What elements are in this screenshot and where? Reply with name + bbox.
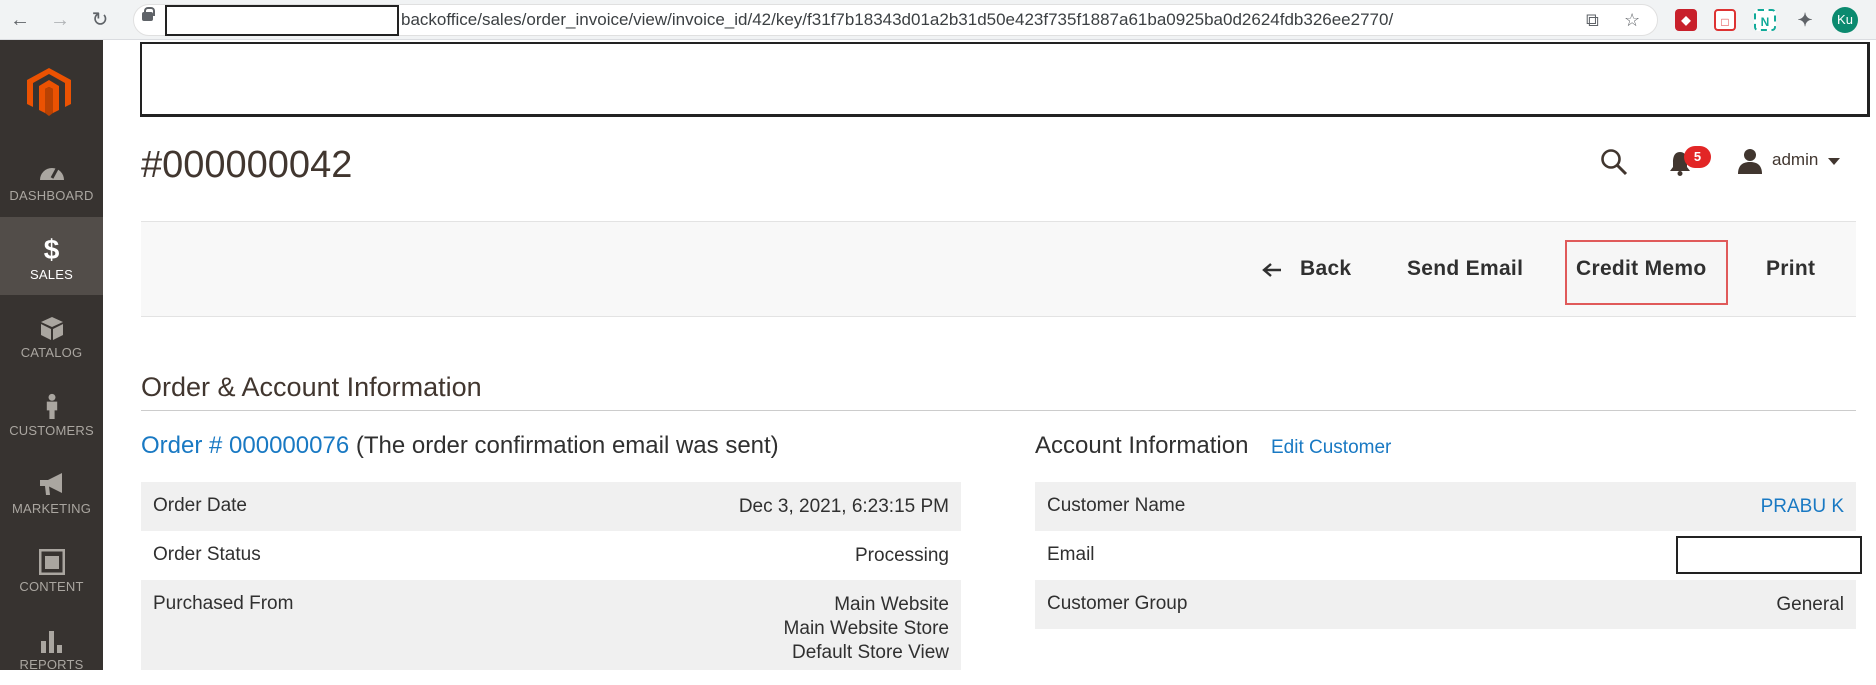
redacted-banner [140,42,1870,117]
order-date-value: Dec 3, 2021, 6:23:15 PM [738,496,949,517]
layout-icon [38,549,65,575]
print-button[interactable]: Print [1766,257,1815,281]
account-info-heading: Account Information [1035,432,1249,459]
n-extension-icon[interactable]: N [1754,9,1776,31]
order-email-note: (The order confirmation email was sent) [355,432,779,459]
url-text[interactable]: backoffice/sales/order_invoice/view/invo… [401,10,1393,30]
credit-memo-button[interactable]: Credit Memo [1576,257,1706,281]
sidebar-item-customers[interactable]: CUSTOMERS [0,373,103,451]
browser-toolbar: ← → ↻ backoffice/sales/order_invoice/vie… [0,0,1876,40]
purchased-from-label: Purchased From [153,593,294,614]
shield-extension-icon[interactable]: ◆ [1675,9,1697,31]
admin-sidebar: DASHBOARD $ SALES CATALOG CUSTOMERS MARK… [0,40,103,672]
bar-chart-icon [40,631,62,653]
purchased-from-value: Main Website Main Website Store Default … [784,593,949,665]
puzzle-extensions-icon[interactable]: ✦ [1794,9,1816,31]
customer-name-link[interactable]: PRABU K [1761,495,1844,519]
sidebar-item-label: CATALOG [20,345,83,360]
table-row: Customer Group General [1035,580,1856,629]
table-row: Purchased From Main Website Main Website… [141,580,961,670]
back-button[interactable]: Back [1300,257,1351,281]
sidebar-item-label: DASHBOARD [9,188,94,203]
red-extension-icon[interactable]: □ [1714,9,1736,31]
sidebar-item-label: SALES [30,267,73,282]
bookmark-star-icon[interactable]: ☆ [1624,10,1640,31]
email-redaction [1676,536,1862,574]
lock-icon[interactable] [142,7,155,21]
section-divider [141,410,1856,411]
back-arrow-icon[interactable] [1262,262,1282,278]
person-icon [46,393,57,419]
order-status-label: Order Status [153,544,261,565]
notification-count-badge[interactable]: 5 [1684,146,1711,168]
send-email-button[interactable]: Send Email [1407,257,1523,281]
share-icon[interactable]: ⧉ [1586,10,1599,31]
order-number-link[interactable]: Order # 000000076 [141,432,349,459]
sidebar-item-label: CUSTOMERS [9,423,94,438]
sidebar-item-catalog[interactable]: CATALOG [0,295,103,373]
box-icon [40,317,63,340]
sidebar-item-content[interactable]: CONTENT [0,529,103,607]
reload-icon[interactable]: ↻ [88,8,112,32]
table-row: Email [1035,531,1862,580]
purchased-from-line: Main Website [834,594,949,615]
page-title: #000000042 [141,144,353,186]
sidebar-item-label: CONTENT [19,579,84,594]
section-title: Order & Account Information [141,372,482,402]
purchased-from-line: Default Store View [791,642,949,663]
dashboard-icon [39,166,64,180]
table-row: Order Status Processing [141,531,961,580]
email-label: Email [1047,544,1095,565]
dollar-icon: $ [43,234,60,265]
search-icon[interactable] [1600,148,1628,176]
megaphone-icon [39,473,62,495]
chevron-down-icon[interactable] [1828,158,1840,165]
purchased-from-line: Main Website Store [783,618,949,639]
order-status-value: Processing [855,545,949,566]
sidebar-item-label: MARKETING [11,501,92,516]
admin-user-menu[interactable]: admin [1772,150,1818,170]
order-heading: Order # 000000076 (The order confirmatio… [141,432,779,460]
sidebar-item-dashboard[interactable]: DASHBOARD [0,138,103,216]
forward-nav-icon[interactable]: → [48,8,72,32]
sidebar-item-reports[interactable]: REPORTS [0,607,103,685]
table-row: Order Date Dec 3, 2021, 6:23:15 PM [141,482,961,531]
profile-avatar[interactable]: Ku [1832,7,1858,33]
sidebar-item-marketing[interactable]: MARKETING [0,451,103,529]
order-date-label: Order Date [153,495,247,516]
back-nav-icon[interactable]: ← [8,8,32,32]
sidebar-item-sales[interactable]: $ SALES [0,217,103,295]
url-redaction [165,5,399,36]
table-row: Customer Name PRABU K [1035,482,1856,531]
magento-logo-icon[interactable] [27,68,71,116]
edit-customer-link[interactable]: Edit Customer [1271,437,1391,459]
customer-group-label: Customer Group [1047,593,1188,614]
user-icon[interactable] [1738,148,1762,174]
customer-name-label: Customer Name [1047,495,1186,516]
customer-group-value: General [1776,594,1844,615]
